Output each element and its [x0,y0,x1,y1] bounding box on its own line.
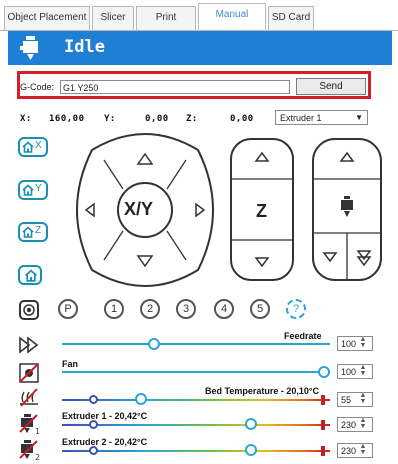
send-button[interactable]: Send [296,78,366,95]
extruder-1-max-marker [321,420,325,430]
move-x-plus-button[interactable] [176,190,216,230]
heated-bed-icon [20,388,38,407]
preset-p-button[interactable]: P [58,299,78,319]
svg-text:2: 2 [35,453,40,462]
extrude-fast-button[interactable] [347,234,381,280]
z-center-label: Z [256,201,267,221]
x-coord-label: X: [20,114,32,124]
gcode-input[interactable]: G1 Y250 [60,80,290,94]
extruder-1-spinner[interactable]: ▲ ▼ [356,417,370,431]
extruder-1-label: Extruder 1 - 20,42°C [62,411,148,421]
tab-manual-control[interactable]: Manual Control [198,3,266,42]
extruder-1-heat-icon: 1 [19,414,40,436]
sd-slot-icon[interactable] [18,299,40,321]
preset-2-button[interactable]: 2 [140,299,160,319]
help-button[interactable]: ? [286,299,306,319]
home-y-label: Y [35,183,42,194]
extruder-2-heat-icon: 2 [19,440,40,462]
printer-status: Idle [64,37,105,57]
x-coord-value: 160,00 [49,114,85,124]
extruder-2-spinner[interactable]: ▲ ▼ [356,443,370,457]
extruder-1-track [62,424,330,426]
move-z-down-button[interactable] [231,240,293,280]
preset-4-button[interactable]: 4 [214,299,234,319]
preset-5-button[interactable]: 5 [250,299,270,319]
move-x-minus-button[interactable] [74,190,114,230]
bed-temperature-label: Bed Temperature - 20,10°C [205,386,319,396]
move-z-up-button[interactable] [231,139,293,179]
y-coord-value: 0,00 [145,114,169,124]
home-all-button[interactable] [18,265,42,285]
extruder-select-value: Extruder 1 [280,113,322,123]
feedrate-track [62,343,330,345]
move-xy-center-button[interactable] [120,185,170,235]
home-y-button[interactable]: Y [18,180,48,200]
extruder-1-current-marker [88,420,98,429]
home-icon [25,269,37,282]
tab-object-placement[interactable]: Object Placement [4,6,90,30]
fan-spinner[interactable]: ▲ ▼ [356,364,370,378]
preset-3-button[interactable]: 3 [176,299,196,319]
bed-max-marker [321,395,325,405]
tab-slicer[interactable]: Slicer [92,6,134,30]
home-icon [22,184,34,196]
extruder-1-slider[interactable] [244,418,257,430]
feedrate-label: Feedrate [284,331,322,341]
extruder-2-label: Extruder 2 - 20,42°C [62,437,148,447]
extruder-icon [20,36,38,60]
home-icon [22,141,34,153]
preset-1-button[interactable]: 1 [104,299,124,319]
fan-track [62,371,330,373]
z-coord-label: Z: [186,114,198,124]
extruder-icon [341,196,353,217]
tab-sd-card[interactable]: SD Card [268,6,314,30]
tab-print-preview[interactable]: Print Preview [136,6,196,45]
fan-off-icon [19,363,39,383]
extrude-up-button[interactable] [313,139,381,179]
extruder-select[interactable]: Extruder 1 ▼ [275,110,368,125]
bed-current-marker [88,395,98,404]
gcode-label: G-Code: [20,82,55,92]
fan-label: Fan [62,359,79,369]
y-coord-label: Y: [104,114,116,124]
chevron-down-icon: ▼ [355,113,363,122]
home-z-label: Z [35,225,42,236]
extruder-2-current-marker [88,446,98,455]
svg-text:1: 1 [35,427,40,436]
home-z-button[interactable]: Z [18,222,48,242]
feedrate-slider[interactable] [147,338,160,350]
status-header: Idle [8,31,392,65]
feedrate-spinner[interactable]: ▲ ▼ [356,336,370,350]
bed-temperature-track [62,399,330,401]
home-x-label: X [35,140,42,151]
extruder-2-track [62,450,330,452]
bed-temperature-slider[interactable] [134,393,147,405]
bed-temperature-spinner[interactable]: ▲ ▼ [356,392,370,406]
extrude-step-button[interactable] [313,234,347,280]
home-icon [22,226,34,238]
move-y-minus-button[interactable] [125,248,165,280]
home-x-button[interactable]: X [18,137,48,157]
tab-bar: Object Placement Slicer Print Preview Ma… [0,0,398,45]
fast-forward-icon [19,336,39,354]
fan-slider[interactable] [318,366,330,378]
move-y-plus-button[interactable] [125,140,165,172]
extruder-2-max-marker [321,446,325,456]
z-coord-value: 0,00 [230,114,254,124]
extruder-2-slider[interactable] [244,444,257,456]
